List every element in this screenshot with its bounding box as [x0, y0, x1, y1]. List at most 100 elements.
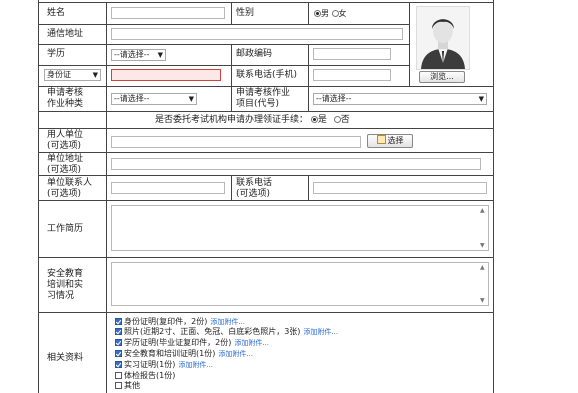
select-employer-button[interactable]: 选择	[367, 134, 413, 148]
id-number-field[interactable]	[111, 69, 221, 81]
avatar-icon	[421, 19, 465, 69]
entrust-no-radio[interactable]	[333, 116, 341, 123]
gender-label: 性别	[236, 8, 255, 18]
chevron-down-icon: ▼	[478, 95, 484, 103]
document-checkbox[interactable]	[115, 339, 122, 346]
job-item-label-line2: 项目(代号)	[236, 99, 280, 109]
address-field[interactable]	[111, 28, 403, 40]
safety-training-label-line2: 培训和实	[47, 280, 84, 290]
employer-field[interactable]	[111, 136, 361, 148]
edit-icon	[376, 135, 386, 144]
postcode-label: 邮政编码	[236, 49, 273, 59]
add-attachment-link[interactable]: 添加附件...	[218, 350, 253, 358]
entrust-row: 是否委托考试机构申请办理领证手续： 是 否	[155, 115, 350, 126]
document-checkbox[interactable]	[115, 350, 122, 357]
document-checkbox[interactable]	[115, 318, 122, 325]
unit-contact-field[interactable]	[111, 182, 225, 194]
scroll-down-icon: ▼	[480, 242, 485, 249]
document-label: 照片(近期2寸、正面、免冠、白底彩色照片，3张)	[124, 327, 301, 336]
safety-training-label-line1: 安全教育	[47, 269, 84, 279]
gender-female-radio[interactable]	[331, 10, 339, 17]
unit-phone-label-line1: 联系电话	[236, 178, 273, 188]
education-select[interactable]: --请选择-- ▼	[111, 49, 166, 61]
chevron-down-icon: ▼	[157, 51, 163, 59]
job-type-label-line2: 作业种类	[47, 99, 84, 109]
add-attachment-link[interactable]: 添加附件...	[303, 328, 338, 336]
document-item: 学历证明(毕业证复印件，2份) 添加附件...	[115, 338, 269, 348]
job-item-select[interactable]: --请选择-- ▼	[313, 93, 487, 105]
unit-contact-label-line1: 单位联系人	[47, 178, 93, 188]
name-field[interactable]	[111, 7, 225, 19]
job-type-select[interactable]: --请选择-- ▼	[111, 93, 197, 105]
gender-radio-group: 男 女	[314, 8, 347, 19]
gender-female-label: 女	[338, 9, 347, 18]
unit-phone-label-line2: (可选项)	[236, 189, 271, 199]
unit-phone-field[interactable]	[313, 182, 487, 194]
row-divider	[38, 24, 409, 25]
safety-training-label: 安全教育 培训和实 习情况	[47, 269, 83, 302]
entrust-question: 是否委托考试机构申请办理领证手续：	[155, 115, 309, 125]
id-type-select-value: 身份证	[47, 70, 71, 79]
document-checkbox[interactable]	[115, 328, 122, 335]
col-divider	[308, 175, 309, 200]
document-label: 体检报告(1份)	[124, 371, 176, 380]
job-type-label: 申请考核 作业种类	[47, 88, 83, 110]
col-divider	[308, 44, 309, 86]
row-divider	[38, 65, 409, 66]
name-label: 姓名	[47, 8, 66, 18]
phone-field[interactable]	[313, 69, 391, 81]
scrollbar[interactable]: ▲ ▼	[478, 206, 488, 250]
employer-label: 用人单位 (可选项)	[47, 130, 83, 152]
add-attachment-link[interactable]: 添加附件...	[178, 361, 213, 369]
col-divider	[231, 175, 232, 200]
document-checkbox[interactable]	[115, 382, 122, 389]
unit-contact-label: 单位联系人 (可选项)	[47, 178, 92, 200]
materials-label: 相关资料	[47, 353, 84, 363]
work-history-textarea[interactable]: ▲ ▼	[111, 205, 489, 251]
document-label: 学历证明(毕业证复印件，2份)	[124, 338, 232, 347]
col-divider	[231, 44, 232, 111]
unit-address-label: 单位地址 (可选项)	[47, 154, 83, 176]
address-label: 通信地址	[47, 29, 84, 39]
safety-training-label-line3: 习情况	[47, 291, 75, 301]
job-type-select-value: --请选择--	[114, 94, 150, 103]
unit-contact-label-line2: (可选项)	[47, 189, 82, 199]
document-item: 实习证明(1份) 添加附件...	[115, 360, 213, 370]
scroll-up-icon: ▲	[480, 207, 485, 214]
document-checkbox[interactable]	[115, 361, 122, 368]
scrollbar[interactable]: ▲ ▼	[478, 263, 488, 305]
chevron-down-icon: ▼	[92, 71, 98, 79]
unit-address-field[interactable]	[111, 158, 481, 170]
job-item-select-value: --请选择--	[316, 94, 352, 103]
photo-placeholder	[416, 6, 470, 70]
postcode-field[interactable]	[313, 48, 391, 60]
phone-label: 联系电话(手机)	[236, 70, 298, 80]
document-checkbox[interactable]	[115, 372, 122, 379]
scroll-down-icon: ▼	[480, 297, 485, 304]
document-item: 体检报告(1份)	[115, 371, 175, 380]
document-item: 其他	[115, 381, 140, 390]
document-label: 身份证明(复印件，2份)	[124, 317, 208, 326]
entrust-yes-radio[interactable]	[310, 116, 318, 123]
scroll-up-icon: ▲	[480, 264, 485, 271]
gender-male-label: 男	[321, 9, 329, 18]
safety-training-textarea[interactable]: ▲ ▼	[111, 262, 489, 306]
add-attachment-link[interactable]: 添加附件...	[234, 339, 269, 347]
chevron-down-icon: ▼	[188, 95, 194, 103]
education-label: 学历	[47, 49, 66, 59]
unit-phone-label: 联系电话 (可选项)	[236, 178, 272, 200]
employer-label-line1: 用人单位	[47, 130, 84, 140]
education-select-value: --请选择--	[114, 50, 150, 59]
employer-label-line2: (可选项)	[47, 141, 82, 151]
select-button-label: 选择	[387, 136, 404, 145]
job-item-label: 申请考核作业 项目(代号)	[236, 88, 290, 110]
col-divider	[308, 86, 309, 111]
col-divider	[308, 2, 309, 24]
document-item: 照片(近期2寸、正面、免冠、白底彩色照片，3张) 添加附件...	[115, 327, 338, 337]
add-attachment-link[interactable]: 添加附件...	[210, 318, 245, 326]
col-divider	[106, 2, 107, 393]
id-type-select[interactable]: 身份证 ▼	[44, 69, 101, 81]
gender-male-radio[interactable]	[314, 10, 321, 17]
document-item: 身份证明(复印件，2份) 添加附件...	[115, 317, 245, 327]
browse-button[interactable]: 浏览...	[419, 71, 465, 83]
